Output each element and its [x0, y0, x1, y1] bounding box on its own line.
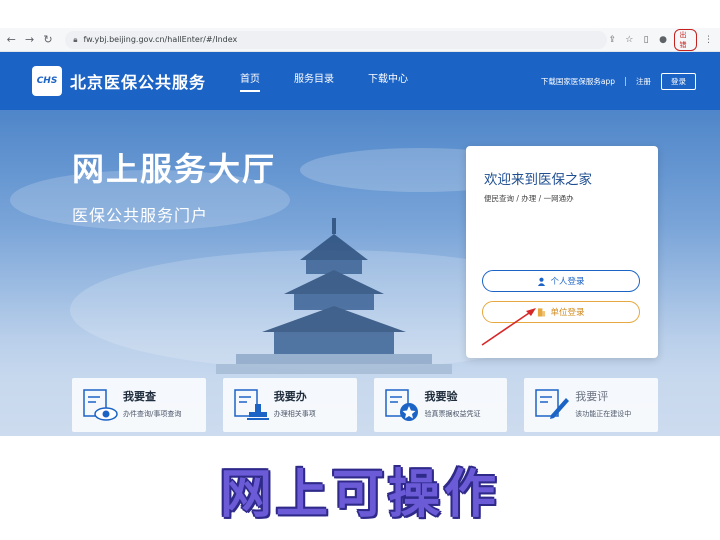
tile-title: 我要验 — [424, 390, 458, 403]
tile-verify[interactable]: 我要验 验真票据权益凭证 — [373, 378, 508, 432]
tile-query[interactable]: 我要查 办件查询/事项查询 — [72, 378, 206, 432]
reload-icon[interactable]: ↻ — [41, 32, 55, 48]
download-app-link[interactable]: 下载国家医保服务app — [541, 76, 615, 87]
video-caption: 网上可操作 — [219, 465, 500, 525]
tile-handle[interactable]: 我要办 办理相关事项 — [222, 378, 357, 432]
badge-icon — [384, 389, 418, 421]
service-tiles: 我要查 办件查询/事项查询 我要办 办理相关事项 我要验 验真票据权益凭证 我要… — [72, 378, 658, 432]
tile-evaluate[interactable]: 我要评 该功能正在建设中 — [524, 378, 658, 432]
tile-title: 我要办 — [273, 390, 307, 403]
stamp-icon — [234, 389, 269, 420]
back-icon[interactable]: ← — [4, 32, 18, 48]
lock-icon: 🔒︎ — [73, 34, 78, 44]
forward-icon[interactable]: → — [22, 32, 36, 48]
tile-title: 我要查 — [123, 390, 156, 403]
error-badge[interactable]: 出错 — [674, 28, 698, 51]
nav-service-catalog[interactable]: 服务目录 — [294, 70, 334, 92]
site-header: CHS 北京医保公共服务 首页 服务目录 下载中心 下载国家医保服务app 注册… — [0, 52, 720, 110]
nav-download-center[interactable]: 下载中心 — [368, 70, 408, 92]
red-arrow-annotation — [481, 308, 536, 346]
browser-toolbar: ← → ↻ 🔒︎ fw.ybj.beijing.gov.cn/hallEnter… — [0, 28, 720, 52]
personal-login-button[interactable]: 个人登录 — [482, 270, 640, 292]
site-title: 北京医保公共服务 — [70, 73, 207, 92]
menu-icon[interactable]: ⋮ — [703, 35, 714, 45]
person-icon — [538, 277, 546, 286]
eye-icon — [83, 389, 118, 421]
nav-home[interactable]: 首页 — [240, 70, 261, 92]
divider — [625, 76, 626, 86]
tile-desc: 验真票据权益凭证 — [424, 410, 481, 418]
logo[interactable]: CHS — [32, 66, 62, 96]
main-nav: 首页 服务目录 下载中心 — [240, 70, 408, 92]
tile-desc: 办理相关事项 — [273, 410, 316, 418]
hero-title: 网上服务大厅 — [72, 150, 277, 188]
hero-subtitle: 医保公共服务门户 — [72, 206, 209, 225]
card-subtitle: 便民查询 / 办理 / 一网通办 — [484, 194, 574, 203]
sidebar-icon[interactable]: ▯ — [641, 35, 652, 45]
tile-desc: 办件查询/事项查询 — [123, 410, 182, 418]
login-button[interactable]: 登录 — [661, 72, 696, 90]
address-bar[interactable]: 🔒︎ fw.ybj.beijing.gov.cn/hallEnter/#/Ind… — [65, 30, 607, 49]
share-icon[interactable]: ⇪ — [607, 35, 618, 45]
profile-icon[interactable]: ● — [658, 35, 669, 45]
tile-title: 我要评 — [575, 390, 609, 403]
card-title: 欢迎来到医保之家 — [484, 172, 592, 188]
tile-desc: 该功能正在建设中 — [575, 410, 632, 418]
url-text: fw.ybj.beijing.gov.cn/hallEnter/#/Index — [83, 35, 238, 44]
star-icon[interactable]: ☆ — [624, 35, 635, 45]
pen-icon — [535, 389, 570, 419]
register-link[interactable]: 注册 — [636, 76, 651, 87]
